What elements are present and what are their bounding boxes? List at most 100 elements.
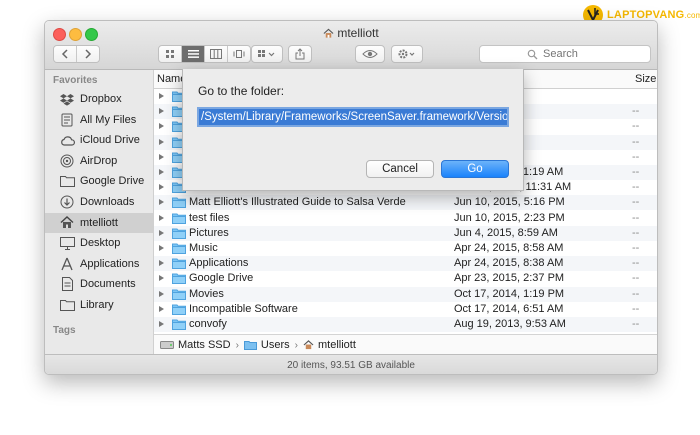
- all-files-icon: [59, 112, 75, 128]
- forward-button[interactable]: [77, 46, 99, 62]
- file-date-modified: Aug 19, 2013, 9:53 AM: [454, 318, 566, 330]
- disclosure-triangle-icon[interactable]: [159, 229, 164, 236]
- go-to-folder-label: Go to the folder:: [198, 84, 285, 98]
- sidebar-item-label: Downloads: [80, 196, 135, 208]
- path-segment-users[interactable]: Users: [243, 339, 290, 351]
- desktop-icon: [59, 235, 75, 251]
- sidebar-item-label: Google Drive: [80, 175, 145, 188]
- go-button[interactable]: Go: [441, 160, 509, 178]
- folder-icon: [172, 228, 186, 242]
- go-to-folder-sheet: Go to the folder: /System/Library/Framew…: [182, 69, 524, 191]
- disclosure-triangle-icon[interactable]: [159, 290, 164, 297]
- file-name: Pictures: [189, 226, 229, 239]
- chevron-left-icon: [61, 49, 68, 59]
- sidebar-item-all-my-files[interactable]: All My Files: [45, 110, 153, 130]
- disclosure-triangle-icon[interactable]: [159, 305, 164, 312]
- finder-window: mtelliott Search Favorites Dropbox All M…: [44, 20, 658, 375]
- sidebar-item-desktop[interactable]: Desktop: [45, 233, 153, 253]
- applications-icon: [59, 256, 75, 272]
- folder-path-value[interactable]: /System/Library/Frameworks/ScreenSaver.f…: [199, 109, 507, 125]
- disclosure-triangle-icon[interactable]: [159, 214, 164, 221]
- disclosure-triangle-icon[interactable]: [159, 321, 164, 327]
- table-row[interactable]: Music Apr 24, 2015, 8:58 AM --: [154, 241, 657, 256]
- disclosure-triangle-icon[interactable]: [159, 153, 164, 160]
- table-row[interactable]: Applications Apr 24, 2015, 8:38 AM --: [154, 256, 657, 272]
- hard-drive-icon: [160, 341, 174, 349]
- sidebar-item-dropbox[interactable]: Dropbox: [45, 89, 153, 109]
- file-name: convofy: [189, 318, 227, 330]
- file-name: Music: [189, 242, 218, 254]
- disclosure-triangle-icon[interactable]: [159, 245, 164, 251]
- disclosure-triangle-icon[interactable]: [159, 260, 164, 267]
- file-name: Matt Elliott's Illustrated Guide to Sals…: [189, 196, 406, 209]
- file-size: --: [632, 211, 640, 224]
- airdrop-icon: [59, 153, 75, 169]
- window-title-text: mtelliott: [337, 26, 379, 40]
- status-bar: 20 items, 93.51 GB available: [45, 354, 657, 374]
- window-title: mtelliott: [45, 26, 657, 42]
- sidebar-item-label: Applications: [80, 257, 140, 270]
- disclosure-triangle-icon[interactable]: [159, 108, 164, 115]
- back-button[interactable]: [54, 46, 77, 62]
- table-row[interactable]: Google Drive Apr 23, 2015, 2:37 PM --: [154, 271, 657, 286]
- search-field[interactable]: [479, 45, 651, 63]
- arrange-button[interactable]: [251, 45, 283, 63]
- favorites-header: Favorites: [53, 75, 98, 86]
- tags-header: Tags: [53, 325, 76, 336]
- list-view-button[interactable]: [182, 46, 205, 62]
- dropbox-icon: [59, 91, 75, 107]
- arrange-icon: [258, 50, 275, 57]
- disclosure-triangle-icon[interactable]: [159, 93, 164, 99]
- search-input[interactable]: [541, 47, 603, 61]
- sidebar-item-airdrop[interactable]: AirDrop: [45, 151, 153, 171]
- table-row[interactable]: Incompatible Software Oct 17, 2014, 6:51 …: [154, 302, 657, 317]
- list-view-icon: [187, 50, 199, 58]
- path-separator-icon: ›: [294, 339, 298, 351]
- disclosure-triangle-icon[interactable]: [159, 138, 164, 145]
- table-row[interactable]: test files Jun 10, 2015, 2:23 PM --: [154, 211, 657, 226]
- column-view-button[interactable]: [205, 46, 228, 62]
- disclosure-triangle-icon[interactable]: [159, 169, 164, 175]
- sidebar-item-downloads[interactable]: Downloads: [45, 192, 153, 212]
- icon-view-button[interactable]: [159, 46, 182, 62]
- folder-icon: [172, 213, 186, 227]
- home-icon: [323, 28, 334, 42]
- sidebar-item-google-drive[interactable]: Google Drive: [45, 171, 153, 191]
- table-row[interactable]: Matt Elliott's Illustrated Guide to Sals…: [154, 195, 657, 211]
- file-size: --: [632, 181, 640, 194]
- sidebar-item-icloud-drive[interactable]: iCloud Drive: [45, 130, 153, 150]
- path-segment-home[interactable]: mtelliott: [303, 339, 356, 351]
- table-row[interactable]: convofy Aug 19, 2013, 9:53 AM --: [154, 317, 657, 332]
- disclosure-triangle-icon[interactable]: [159, 123, 164, 130]
- action-menu-button[interactable]: [391, 45, 423, 63]
- cancel-button[interactable]: Cancel: [366, 160, 434, 178]
- sidebar-item-documents[interactable]: Documents: [45, 274, 153, 294]
- disclosure-triangle-icon[interactable]: [159, 275, 164, 282]
- file-name: test files: [189, 211, 230, 224]
- sidebar-item-mtelliott[interactable]: mtelliott: [45, 212, 153, 233]
- sidebar: Favorites Dropbox All My Files iCloud Driv…: [45, 70, 154, 356]
- coverflow-view-button[interactable]: [228, 46, 250, 62]
- disclosure-triangle-icon[interactable]: [159, 184, 164, 191]
- table-row[interactable]: Pictures Jun 4, 2015, 8:59 AM --: [154, 225, 657, 242]
- folder-icon: [172, 319, 186, 333]
- folder-icon: [172, 273, 186, 287]
- folder-icon: [172, 258, 186, 272]
- path-users-label: Users: [260, 339, 290, 351]
- eye-icon: [362, 50, 378, 58]
- file-date-modified: Apr 24, 2015, 8:58 AM: [454, 242, 564, 254]
- icon-view-icon: [166, 50, 174, 58]
- quicklook-button[interactable]: [355, 45, 385, 63]
- size-column-header[interactable]: Size: [635, 73, 656, 85]
- table-row[interactable]: Movies Oct 17, 2014, 1:19 PM --: [154, 286, 657, 302]
- sidebar-item-applications[interactable]: Applications: [45, 254, 153, 274]
- path-segment-disk[interactable]: Matts SSD: [160, 339, 231, 351]
- disclosure-triangle-icon[interactable]: [159, 199, 164, 206]
- sidebar-item-library[interactable]: Library: [45, 295, 153, 315]
- file-size: --: [632, 150, 640, 163]
- file-name: Incompatible Software: [189, 302, 298, 315]
- nav-buttons: [53, 45, 100, 63]
- share-button[interactable]: [288, 45, 312, 63]
- path-separator-icon: ›: [235, 339, 239, 351]
- coverflow-view-icon: [233, 50, 245, 58]
